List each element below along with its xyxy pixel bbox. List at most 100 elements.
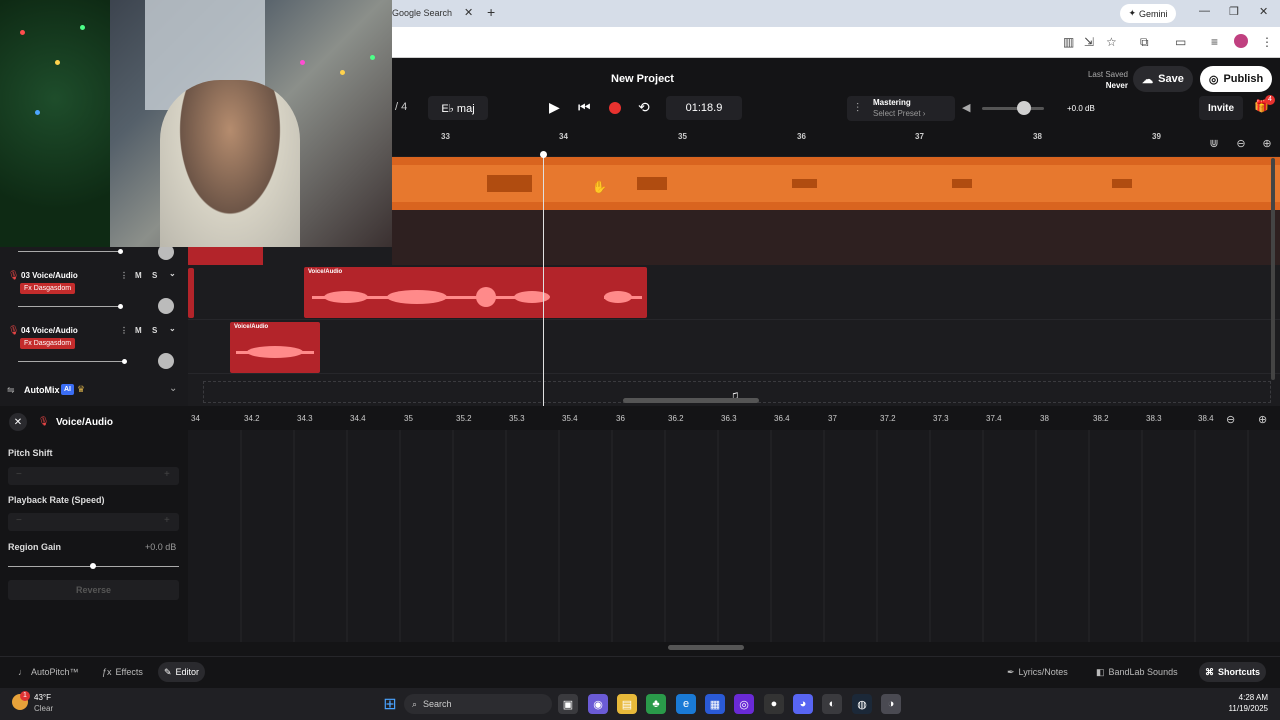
minus-icon[interactable]: − [16, 515, 22, 526]
audio-clip-orange[interactable] [392, 157, 1280, 210]
track-3-name[interactable]: 03 Voice/Audio [21, 271, 78, 280]
track-3-clip-edge[interactable] [188, 268, 194, 318]
bandlab-sounds-button[interactable]: ◧ BandLab Sounds [1090, 662, 1184, 682]
track-2-volume-handle[interactable] [118, 249, 123, 254]
region-gain-handle[interactable] [90, 563, 96, 569]
profile-avatar[interactable] [1234, 34, 1248, 48]
track-3-fx-badge[interactable]: Fx Dasgasdom [20, 283, 76, 294]
media-controls-icon[interactable]: ≡ [1211, 35, 1218, 49]
play-icon[interactable]: ▶ [549, 99, 560, 116]
track-2-volume-slider[interactable] [18, 251, 122, 252]
time-display[interactable]: 01:18.9 [666, 96, 742, 120]
time-signature[interactable]: / 4 [395, 101, 407, 113]
timeline-scrollbar[interactable] [623, 398, 759, 403]
master-volume-track[interactable] [982, 107, 1044, 110]
master-volume-knob[interactable] [1017, 101, 1031, 115]
app-icon[interactable]: ◎ [734, 694, 754, 714]
file-explorer-icon[interactable]: ▤ [617, 694, 637, 714]
track-4-volume-handle[interactable] [122, 359, 127, 364]
track-4-name[interactable]: 04 Voice/Audio [21, 326, 78, 335]
playhead-handle[interactable] [540, 151, 547, 158]
autopitch-button[interactable]: ♩ AutoPitch™ [12, 662, 85, 682]
tab-close-icon[interactable]: ✕ [464, 6, 473, 19]
track-4-fx-badge[interactable]: Fx Dasgasdom [20, 338, 76, 349]
editor-timeline-grid[interactable] [188, 430, 1280, 642]
playback-rate-stepper[interactable]: − + [8, 513, 179, 531]
reverse-button[interactable]: Reverse [8, 580, 179, 600]
minimize-icon[interactable]: — [1199, 5, 1210, 17]
editor-zoom-out-icon[interactable]: ⊖ [1226, 413, 1235, 426]
plus-icon[interactable]: + [164, 469, 170, 480]
clock-time[interactable]: 4:28 AM [1220, 693, 1268, 702]
track-4-clip[interactable]: Voice/Audio [230, 322, 320, 373]
track-4-lane[interactable] [188, 320, 1280, 374]
playhead[interactable] [543, 154, 544, 406]
lyrics-notes-button[interactable]: ✒ Lyrics/Notes [1001, 662, 1074, 682]
automix-label[interactable]: AutoMix [24, 385, 60, 395]
loop-icon[interactable]: ⟲ [638, 99, 650, 116]
zoom-out-icon[interactable]: ⊖ [1228, 131, 1254, 155]
timeline-ruler[interactable] [392, 130, 1280, 156]
track-3-expand-icon[interactable]: ⌄ [169, 269, 176, 278]
automix-expand-icon[interactable]: ⌄ [169, 383, 177, 394]
track-4-menu-icon[interactable]: ⋮ [120, 326, 128, 335]
extensions-icon[interactable]: ⧉ [1140, 35, 1149, 50]
track-lane-region[interactable] [392, 210, 1280, 265]
vertical-scrollbar[interactable] [1271, 158, 1275, 380]
minus-icon[interactable]: − [16, 469, 22, 480]
track-4-pan-knob[interactable] [158, 353, 174, 369]
plus-icon[interactable]: + [164, 515, 170, 526]
pitch-shift-stepper[interactable]: − + [8, 467, 179, 485]
windows-start-icon[interactable]: ⊞ [380, 694, 400, 714]
track-3-menu-icon[interactable]: ⋮ [120, 271, 128, 280]
browser-menu-icon[interactable]: ⋮ [1261, 35, 1273, 49]
new-tab-icon[interactable]: + [487, 4, 495, 20]
editor-zoom-in-icon[interactable]: ⊕ [1258, 413, 1267, 426]
weather-desc[interactable]: Clear [34, 704, 53, 713]
key-selector[interactable]: E♭ maj [428, 96, 488, 120]
weather-temp[interactable]: 43°F [34, 693, 51, 702]
track-3-mute[interactable]: M [135, 271, 142, 280]
obs-icon[interactable]: ● [764, 694, 784, 714]
speaker-icon[interactable]: ◀ [962, 101, 970, 114]
publish-button[interactable]: ◎ Publish [1200, 66, 1272, 92]
save-button[interactable]: ☁ Save [1133, 66, 1193, 92]
track-3-volume-handle[interactable] [118, 304, 123, 309]
track-3-pan-knob[interactable] [158, 298, 174, 314]
clock-date[interactable]: 11/19/2025 [1210, 704, 1268, 713]
close-editor-icon[interactable]: ✕ [9, 413, 27, 431]
cast-icon[interactable]: ▭ [1175, 35, 1186, 49]
track-3-clip[interactable]: Voice/Audio [304, 267, 647, 318]
steam-icon[interactable]: ◍ [852, 694, 872, 714]
solitaire-icon[interactable]: ♣ [646, 694, 666, 714]
effects-button[interactable]: ƒx Effects [96, 662, 149, 682]
reading-mode-icon[interactable]: ▥ [1063, 35, 1074, 49]
chrome-icon[interactable]: ◐ [822, 694, 842, 714]
edge-icon[interactable]: e [676, 694, 696, 714]
magnet-snap-icon[interactable]: ⋓ [1201, 131, 1227, 155]
skip-to-start-icon[interactable]: ⏮ [578, 99, 591, 116]
chrome-active-icon[interactable]: ◑ [881, 694, 901, 714]
record-button[interactable] [609, 102, 621, 114]
track-4-expand-icon[interactable]: ⌄ [169, 324, 176, 333]
track-3-volume-slider[interactable] [18, 306, 122, 307]
close-window-icon[interactable]: ✕ [1259, 5, 1268, 18]
maximize-icon[interactable]: ❐ [1229, 5, 1239, 18]
copilot-icon[interactable]: ◉ [588, 694, 608, 714]
editor-button[interactable]: ✎ Editor [158, 662, 206, 682]
track-3-solo[interactable]: S [152, 271, 157, 280]
track-2-clip-edge[interactable] [188, 247, 263, 265]
editor-scrollbar[interactable] [668, 645, 744, 650]
zoom-in-icon[interactable]: ⊕ [1254, 131, 1280, 155]
shortcuts-button[interactable]: ⌘ Shortcuts [1199, 662, 1267, 682]
store-icon[interactable]: ▦ [705, 694, 725, 714]
taskbar-search[interactable]: ⌕ Search [404, 694, 552, 714]
track-4-solo[interactable]: S [152, 326, 157, 335]
track-4-mute[interactable]: M [135, 326, 142, 335]
track-4-volume-slider[interactable] [18, 361, 126, 362]
install-app-icon[interactable]: ⇲ [1084, 35, 1094, 49]
discord-icon[interactable]: ◕ [793, 694, 813, 714]
gemini-button[interactable]: ✦ Gemini [1120, 4, 1176, 23]
invite-button[interactable]: Invite [1199, 96, 1243, 120]
task-view-icon[interactable]: ▣ [558, 694, 578, 714]
